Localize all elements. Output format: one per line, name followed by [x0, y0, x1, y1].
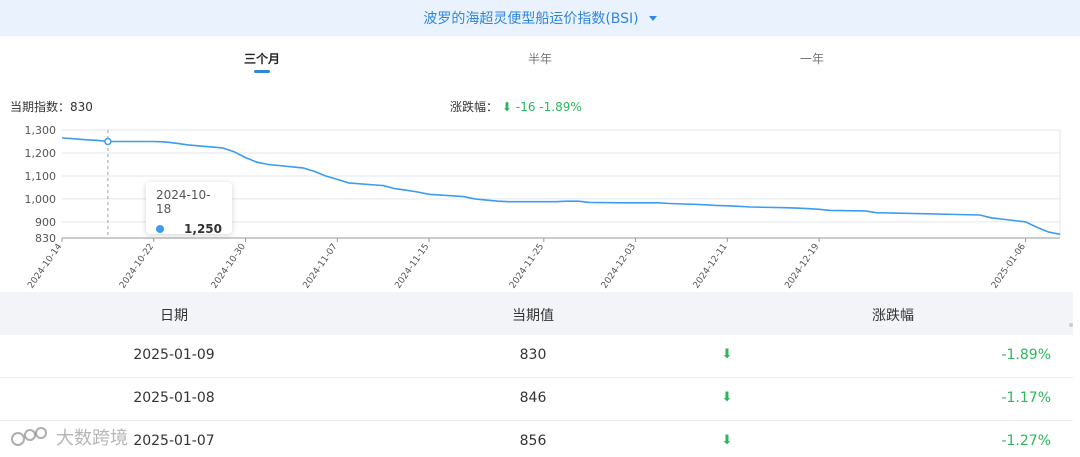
- series-dot-icon: [156, 225, 164, 233]
- hover-point: [104, 137, 112, 146]
- tooltip-value: 1,250: [184, 222, 222, 236]
- current-index-label: 当期指数：: [10, 100, 71, 114]
- x-tick-label: 2024-12-03: [600, 242, 638, 290]
- down-arrow-icon: ⬇: [721, 390, 733, 405]
- down-arrow-icon: ⬇: [721, 347, 733, 362]
- row-date: 2025-01-07: [133, 433, 215, 449]
- x-tick-label: 2024-12-19: [783, 242, 821, 290]
- down-arrow-icon: ⬇: [501, 100, 512, 114]
- x-tick-label: 2024-11-15: [393, 242, 431, 290]
- table-row: 2025-01-09 830 ⬇ -1.89%: [0, 335, 1073, 378]
- row-date: 2025-01-08: [133, 390, 215, 406]
- tab-half-year[interactable]: 半年: [528, 50, 552, 67]
- scrollbar-thumb[interactable]: [1069, 323, 1073, 327]
- current-index-summary: 当期指数：830: [10, 98, 93, 115]
- row-date: 2025-01-09: [133, 347, 215, 363]
- x-tick-label: 2024-10-22: [118, 242, 156, 290]
- y-tick-label: 1,000: [25, 193, 57, 206]
- x-tick-label: 2024-11-25: [508, 242, 546, 290]
- table-row: 2025-01-08 846 ⬇ -1.17%: [0, 378, 1073, 421]
- x-tick-label: 2024-10-14: [26, 242, 64, 290]
- change-value: -16: [515, 100, 536, 114]
- header-change: 涨跌幅: [872, 308, 914, 324]
- row-value: 846: [519, 390, 547, 406]
- active-tab-indicator: [254, 70, 270, 73]
- index-title: 波罗的海超灵便型船运价指数(BSI): [423, 11, 639, 27]
- down-arrow-icon: ⬇: [721, 433, 733, 448]
- table-row: 2025-01-07 856 ⬇ -1.27%: [0, 421, 1073, 457]
- header-date: 日期: [160, 308, 188, 324]
- chart-tooltip: 2024-10-18 1,250: [146, 182, 232, 236]
- x-tick-label: 2024-10-30: [210, 242, 248, 290]
- table-header: 日期 当期值 涨跌幅: [0, 292, 1073, 335]
- y-tick-label: 830: [35, 232, 56, 245]
- y-tick-label: 1,300: [25, 124, 57, 137]
- period-tabs: 三个月 半年 一年: [0, 50, 1080, 80]
- watermark-text: 大数跨境: [56, 428, 128, 449]
- row-change: -1.27%: [1001, 433, 1051, 449]
- y-tick-label: 1,100: [25, 170, 57, 183]
- row-change: -1.89%: [1001, 347, 1051, 363]
- change-summary: 涨跌幅： ⬇ -16 -1.89%: [450, 98, 582, 115]
- x-tick-label: 2024-11-07: [302, 242, 340, 290]
- y-tick-label: 900: [35, 216, 56, 229]
- index-selector[interactable]: 波罗的海超灵便型船运价指数(BSI): [0, 0, 1080, 36]
- y-tick-label: 1,200: [25, 147, 57, 160]
- row-value: 856: [519, 433, 547, 449]
- tooltip-date: 2024-10-18: [156, 188, 211, 216]
- tab-one-year[interactable]: 一年: [800, 50, 824, 67]
- dropdown-caret-icon: [648, 15, 657, 21]
- x-tick-label: 2024-12-11: [692, 242, 730, 290]
- current-index-value: 830: [70, 100, 93, 114]
- change-label: 涨跌幅：: [450, 100, 499, 114]
- watermark-logo-icon: [11, 427, 47, 446]
- watermark: 大数跨境: [10, 424, 128, 450]
- change-percent: -1.89%: [539, 100, 582, 114]
- tab-three-months[interactable]: 三个月: [244, 50, 280, 67]
- x-tick-label: 2025-01-06: [990, 242, 1028, 290]
- header-value: 当期值: [512, 308, 554, 324]
- row-change: -1.17%: [1001, 390, 1051, 406]
- row-value: 830: [519, 347, 547, 363]
